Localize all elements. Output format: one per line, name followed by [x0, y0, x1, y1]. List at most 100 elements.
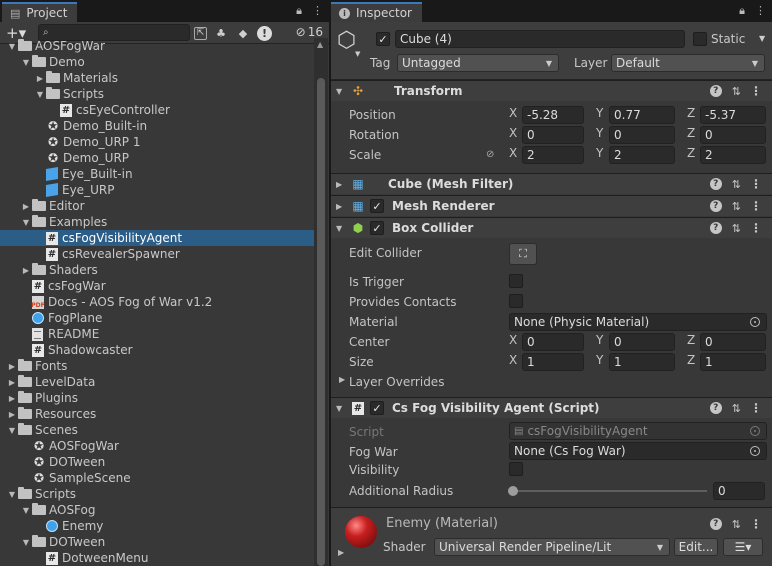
gameobject-name-field[interactable]: Cube (4) [395, 30, 685, 48]
tree-item[interactable]: ▼ Examples [0, 214, 314, 230]
collapse-arrow-icon[interactable]: ▶ [336, 180, 350, 189]
center-z-field[interactable]: 0 [700, 333, 766, 351]
component-menu-icon[interactable]: ⋮ [750, 517, 762, 531]
tree-item[interactable]: ▶ LevelData [0, 374, 314, 390]
expanded-arrow-icon[interactable]: ▼ [6, 426, 18, 435]
is-trigger-checkbox[interactable] [509, 274, 523, 288]
box-collider-header[interactable]: ▼ ⬢ ✓ Box Collider ? ⇅ ⋮ [331, 217, 772, 238]
presets-icon[interactable]: ⇅ [732, 200, 741, 213]
help-icon[interactable]: ? [709, 178, 722, 190]
position-z-field[interactable]: -5.37 [700, 106, 766, 124]
expanded-arrow-icon[interactable]: ▼ [34, 90, 46, 99]
collapsed-arrow-icon[interactable]: ▶ [6, 394, 18, 403]
visibility-checkbox[interactable] [509, 462, 523, 476]
edit-collider-button[interactable]: ⛶ [509, 243, 537, 265]
constrain-proportions-link-icon[interactable]: ⊘ [486, 149, 494, 160]
tree-item[interactable]: ▶README [0, 326, 314, 342]
collapsed-arrow-icon[interactable]: ▶ [6, 378, 18, 387]
tree-item[interactable]: ▶Eye_URP [0, 182, 314, 198]
collapsed-arrow-icon[interactable]: ▶ [34, 74, 46, 83]
mesh-renderer-header[interactable]: ▶ ▦ ✓ Mesh Renderer ? ⇅ ⋮ [331, 195, 772, 216]
presets-icon[interactable]: ⇅ [732, 178, 741, 191]
project-scrollbar-thumb[interactable] [317, 78, 325, 566]
shader-options-button[interactable]: ☰▾ [723, 538, 763, 556]
tree-item[interactable]: ▶#csFogVisibilityAgent [0, 230, 314, 246]
expand-arrow-icon[interactable]: ▼ [336, 404, 350, 413]
presets-icon[interactable]: ⇅ [732, 518, 741, 531]
mesh-renderer-enabled-checkbox[interactable]: ✓ [370, 199, 384, 213]
presets-icon[interactable]: ⇅ [732, 222, 741, 235]
tree-item[interactable]: ▶✪Demo_URP 1 [0, 134, 314, 150]
collapsed-arrow-icon[interactable]: ▶ [6, 362, 18, 371]
help-icon[interactable]: ? [709, 518, 722, 530]
more-options-icon[interactable]: ⋮ [312, 4, 323, 18]
object-picker-icon[interactable] [750, 317, 760, 327]
tree-item[interactable]: ▶PDFDocs - AOS Fog of War v1.2 [0, 294, 314, 310]
rotation-y-field[interactable]: 0 [609, 126, 675, 144]
tree-item[interactable]: ▶ Shaders [0, 262, 314, 278]
object-picker-icon[interactable] [750, 446, 760, 456]
tree-item[interactable]: ▶Enemy [0, 518, 314, 534]
tree-item[interactable]: ▼ Demo [0, 54, 314, 70]
size-x-field[interactable]: 1 [522, 353, 584, 371]
gameobject-cube-icon[interactable]: ⬡ [337, 30, 359, 52]
tree-item[interactable]: ▶ Fonts [0, 358, 314, 374]
tree-item[interactable]: ▼ Scripts [0, 486, 314, 502]
component-menu-icon[interactable]: ⋮ [750, 221, 762, 235]
expand-arrow-icon[interactable]: ▼ [336, 224, 350, 233]
tree-item[interactable]: ▼ Scenes [0, 422, 314, 438]
expanded-arrow-icon[interactable]: ▼ [6, 490, 18, 499]
inspector-tab[interactable]: i Inspector [331, 2, 422, 22]
tree-item[interactable]: ▶#csEyeController [0, 102, 314, 118]
scroll-up-arrow-icon[interactable]: ▲ [317, 40, 323, 49]
component-menu-icon[interactable]: ⋮ [750, 199, 762, 213]
help-icon[interactable]: ? [709, 85, 722, 97]
layer-dropdown[interactable]: Default ▼ [611, 54, 765, 72]
tree-item[interactable]: ▶ Resources [0, 406, 314, 422]
collapsed-arrow-icon[interactable]: ▶ [6, 410, 18, 419]
collapse-arrow-icon[interactable]: ▶ [338, 548, 344, 557]
tag-dropdown[interactable]: Untagged ▼ [397, 54, 559, 72]
edit-shader-button[interactable]: Edit... [674, 538, 718, 556]
tree-item[interactable]: ▶ Plugins [0, 390, 314, 406]
tree-item[interactable]: ▶#csRevealerSpawner [0, 246, 314, 262]
project-scrollbar[interactable]: ▲ [314, 38, 328, 566]
fog-agent-enabled-checkbox[interactable]: ✓ [370, 401, 384, 415]
gameobject-active-checkbox[interactable]: ✓ [376, 32, 390, 46]
tree-item[interactable]: ▶✪AOSFogWar [0, 438, 314, 454]
expanded-arrow-icon[interactable]: ▼ [20, 218, 32, 227]
center-x-field[interactable]: 0 [522, 333, 584, 351]
presets-icon[interactable]: ⇅ [732, 402, 741, 415]
collapsed-arrow-icon[interactable]: ▶ [20, 202, 32, 211]
fog-agent-header[interactable]: ▼ # ✓ Cs Fog Visibility Agent (Script) ?… [331, 397, 772, 418]
more-options-icon[interactable]: ⋮ [755, 4, 766, 18]
tree-item[interactable]: ▶#DotweenMenu [0, 550, 314, 566]
tree-item[interactable]: ▶✪SampleScene [0, 470, 314, 486]
tree-item[interactable]: ▶✪Demo_URP [0, 150, 314, 166]
component-menu-icon[interactable]: ⋮ [750, 177, 762, 191]
tree-item[interactable]: ▶✪Demo_Built-in [0, 118, 314, 134]
size-z-field[interactable]: 1 [700, 353, 766, 371]
scale-z-field[interactable]: 2 [700, 146, 766, 164]
help-icon[interactable]: ? [709, 222, 722, 234]
layer-overrides-foldout[interactable]: Layer Overrides [349, 375, 444, 389]
position-y-field[interactable]: 0.77 [609, 106, 675, 124]
collider-material-field[interactable]: None (Physic Material) [509, 313, 767, 331]
presets-icon[interactable]: ⇅ [732, 85, 741, 98]
tree-item[interactable]: ▶#csFogWar [0, 278, 314, 294]
size-y-field[interactable]: 1 [609, 353, 675, 371]
hidden-packages-toggle[interactable]: ⊘ 16 [296, 25, 323, 39]
lock-icon[interactable]: 🔒︎ [739, 4, 745, 18]
additional-radius-slider-knob[interactable] [508, 486, 518, 496]
tree-item[interactable]: ▶ Editor [0, 198, 314, 214]
tree-item[interactable]: ▼ AOSFog [0, 502, 314, 518]
expanded-arrow-icon[interactable]: ▼ [20, 58, 32, 67]
tree-item[interactable]: ▶FogPlane [0, 310, 314, 326]
help-icon[interactable]: ? [709, 402, 722, 414]
tree-item[interactable]: ▼ DOTween [0, 534, 314, 550]
box-collider-enabled-checkbox[interactable]: ✓ [370, 221, 384, 235]
collapse-arrow-icon[interactable]: ▶ [336, 202, 350, 211]
additional-radius-field[interactable]: 0 [713, 482, 765, 500]
provides-contacts-checkbox[interactable] [509, 294, 523, 308]
scale-y-field[interactable]: 2 [609, 146, 675, 164]
